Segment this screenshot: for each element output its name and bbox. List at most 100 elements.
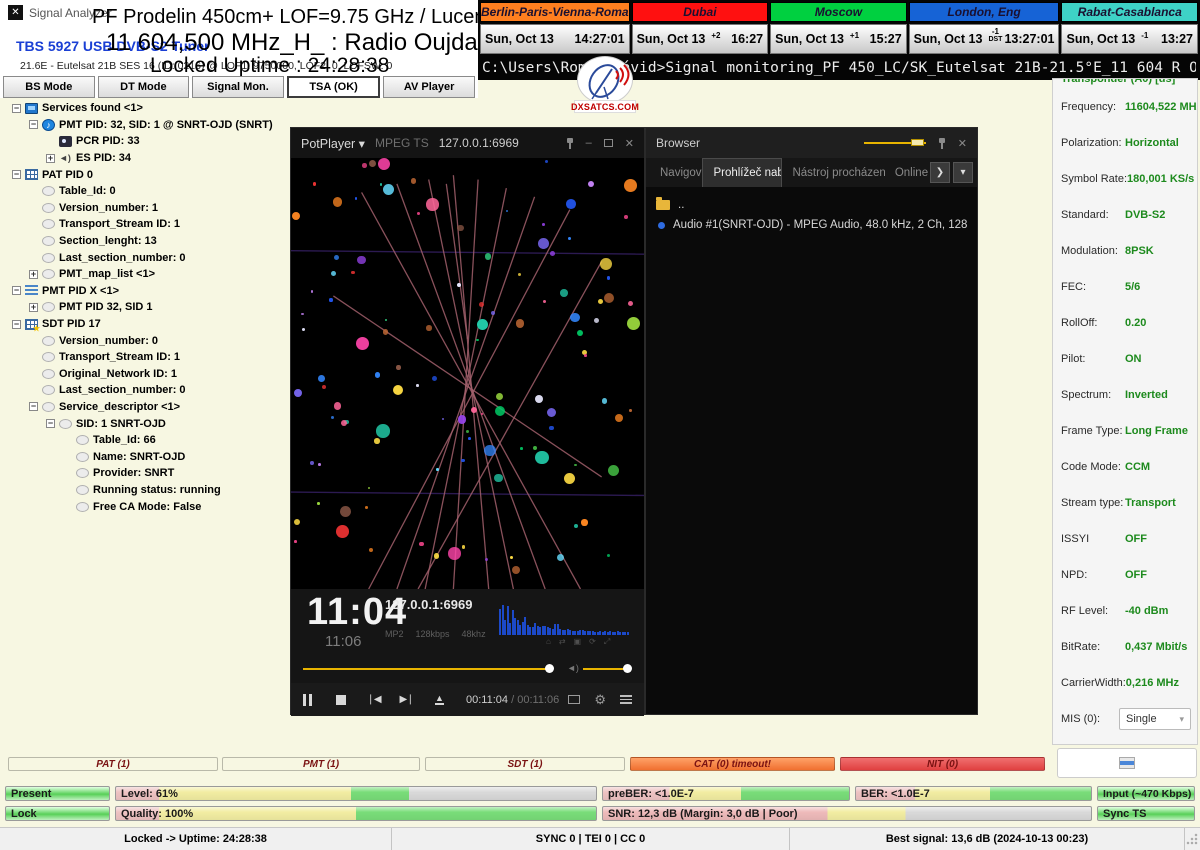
viz-dot: [457, 225, 463, 231]
browser-tab-prohl-e-nab-dky[interactable]: Prohlížeč nabídky: [702, 158, 782, 187]
dot-icon: [59, 419, 72, 429]
folder-up-item[interactable]: ..: [656, 195, 967, 215]
viz-dot: [313, 182, 316, 185]
close-icon[interactable]: ✕: [625, 137, 634, 150]
collapse-icon[interactable]: −: [12, 286, 21, 295]
tree-item[interactable]: Last_section_number: 0: [10, 382, 288, 399]
folder-icon: [656, 200, 670, 210]
scroll-right-icon[interactable]: ❯: [930, 162, 950, 183]
pmtx-icon: [25, 285, 38, 296]
param-row: Code Mode:CCM: [1053, 461, 1197, 473]
tree-item[interactable]: Transport_Stream ID: 1: [10, 216, 288, 233]
viz-dot: [302, 328, 305, 331]
param-row: RollOff:0.20: [1053, 317, 1197, 329]
browser-tab-online-[interactable]: Online !: [885, 158, 930, 187]
dot-icon: [42, 402, 55, 412]
viz-dot: [336, 525, 349, 538]
tree-item-label: PCR PID: 33: [76, 135, 140, 147]
viz-dot: [477, 319, 488, 330]
clock-time: Sun, Oct 13+216:27: [632, 24, 769, 54]
tree-item[interactable]: +PMT PID 32, SID 1: [10, 299, 288, 316]
collapse-icon[interactable]: −: [29, 402, 38, 411]
video-panel-icon[interactable]: [568, 695, 580, 704]
settings-gear-icon[interactable]: ⚙: [594, 692, 606, 708]
tree-item[interactable]: Table_Id: 66: [10, 432, 288, 449]
tree-item[interactable]: PCR PID: 33: [10, 133, 288, 150]
tab-av-player[interactable]: AV Player: [383, 76, 475, 98]
collapse-icon[interactable]: −: [12, 320, 21, 329]
seek-bar[interactable]: [303, 668, 551, 670]
volume-icon[interactable]: ◄): [567, 663, 579, 673]
tree-item[interactable]: Free CA Mode: False: [10, 498, 288, 515]
tree-item[interactable]: −PAT PID 0: [10, 166, 288, 183]
browser-pin-icon[interactable]: [938, 138, 946, 149]
potplayer-window: PotPlayer ▾ MPEG TS 127.0.0.1:6969 – ✕ 1…: [290, 127, 645, 715]
browser-tab-n-stroj-proch-zen-titulk-[interactable]: Nástroj procházení titulků: [782, 158, 884, 187]
pin-icon[interactable]: [566, 138, 574, 149]
seek-handle[interactable]: [545, 664, 554, 673]
volume-handle[interactable]: [623, 664, 632, 673]
mode-tabs: BS ModeDT ModeSignal Mon.TSA (OK)AV Play…: [3, 76, 475, 98]
expand-icon[interactable]: +: [46, 154, 55, 163]
pause-button[interactable]: [291, 683, 324, 716]
service-icon: ♪: [42, 119, 55, 131]
viz-dot: [629, 409, 632, 412]
collapse-icon[interactable]: −: [46, 419, 55, 428]
tree-item-label: Last_section_number: 0: [59, 252, 186, 264]
tree-item[interactable]: +◄)ES PID: 34: [10, 150, 288, 167]
tree-item[interactable]: Original_Network ID: 1: [10, 366, 288, 383]
clock-city: Rabat-Casablanca: [1061, 2, 1198, 22]
collapse-icon[interactable]: −: [12, 104, 21, 113]
collapse-icon[interactable]: −: [12, 170, 21, 179]
tree-item[interactable]: −PMT PID X <1>: [10, 283, 288, 300]
expand-icon[interactable]: +: [29, 270, 38, 279]
browser-slider[interactable]: [864, 142, 926, 144]
browser-tab-navigovat[interactable]: Navigovat: [650, 158, 702, 187]
tab-signal-mon-[interactable]: Signal Mon.: [192, 76, 284, 98]
table-list-button[interactable]: [1057, 748, 1197, 778]
tab-bs-mode[interactable]: BS Mode: [3, 76, 95, 98]
potplayer-menu[interactable]: PotPlayer ▾: [301, 136, 365, 151]
player-mini-icons[interactable]: ⌂⇄▣⟳⤢: [546, 637, 610, 647]
potplayer-titlebar[interactable]: PotPlayer ▾ MPEG TS 127.0.0.1:6969 – ✕: [291, 128, 644, 158]
tree-item[interactable]: Section_lenght: 13: [10, 233, 288, 250]
minimize-icon[interactable]: –: [586, 137, 592, 149]
tab-list-icon[interactable]: ▾: [953, 162, 973, 183]
tree-item[interactable]: Running status: running: [10, 482, 288, 499]
collapse-icon[interactable]: −: [29, 120, 38, 129]
tree-item[interactable]: −SDT PID 17: [10, 316, 288, 333]
resize-grip[interactable]: [1186, 833, 1198, 845]
tree-item[interactable]: Table_Id: 0: [10, 183, 288, 200]
previous-button[interactable]: ❘◀: [357, 683, 390, 716]
tree-item[interactable]: Last_section_number: 0: [10, 249, 288, 266]
param-rows: Frequency:11604,522 MHzPolarization:Hori…: [1053, 95, 1197, 695]
audio-visualization[interactable]: [291, 158, 644, 589]
viz-dot: [318, 375, 325, 382]
tree-item[interactable]: Version_number: 0: [10, 332, 288, 349]
tree-item[interactable]: −SID: 1 SNRT-OJD: [10, 415, 288, 432]
expand-icon[interactable]: +: [29, 303, 38, 312]
tree-item[interactable]: Transport_Stream ID: 1: [10, 349, 288, 366]
tree-item[interactable]: −Services found <1>: [10, 100, 288, 117]
audio-track-item[interactable]: Audio #1(SNRT-OJD) - MPEG Audio, 48.0 kH…: [656, 215, 967, 235]
next-button[interactable]: ▶❘: [390, 683, 423, 716]
tree-item[interactable]: −♪PMT PID: 32, SID: 1 @ SNRT-OJD (SNRT): [10, 117, 288, 134]
playlist-menu-icon[interactable]: [620, 695, 632, 704]
clock-time: Sun, Oct 13-113:27: [1061, 24, 1198, 54]
tree-item-label: Provider: SNRT: [93, 467, 174, 479]
tab-tsa-ok-[interactable]: TSA (OK): [287, 76, 381, 98]
viz-dot: [494, 474, 502, 482]
browser-titlebar[interactable]: Browser ✕: [646, 128, 977, 158]
param-value: OFF: [1125, 533, 1147, 545]
mis-select[interactable]: Single ▾: [1119, 708, 1191, 730]
stop-button[interactable]: [324, 683, 357, 716]
tree-item[interactable]: −Service_descriptor <1>: [10, 399, 288, 416]
tab-dt-mode[interactable]: DT Mode: [98, 76, 190, 98]
browser-close-icon[interactable]: ✕: [958, 137, 967, 150]
tree-item[interactable]: Version_number: 1: [10, 200, 288, 217]
maximize-icon[interactable]: [604, 139, 613, 147]
tree-item[interactable]: Provider: SNRT: [10, 465, 288, 482]
tree-item[interactable]: +PMT_map_list <1>: [10, 266, 288, 283]
eject-button[interactable]: ▲: [423, 683, 456, 716]
tree-item[interactable]: Name: SNRT-OJD: [10, 448, 288, 465]
